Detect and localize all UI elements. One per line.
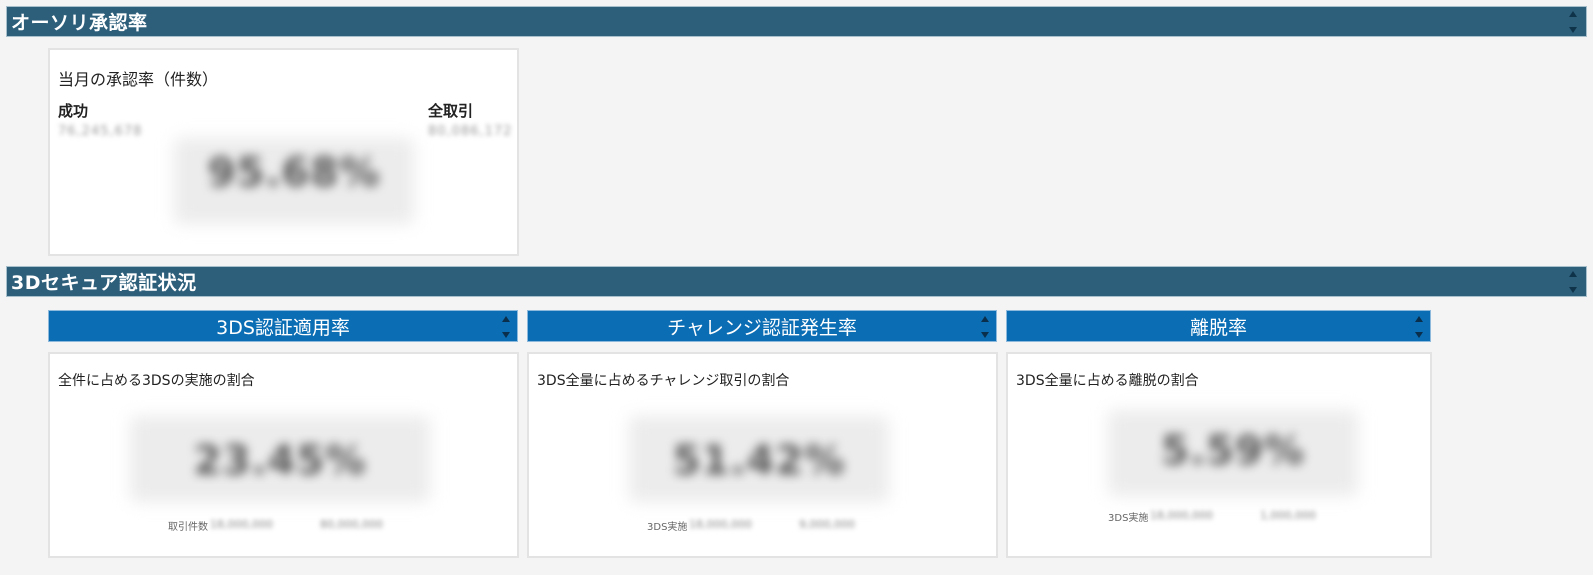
section-title: オーソリ承認率 bbox=[11, 12, 148, 34]
sort-toggle-icon[interactable] bbox=[1568, 11, 1578, 33]
metric-description: 3DS全量に占める離脱の割合 bbox=[1016, 373, 1199, 389]
metric-header-label: チャレンジ認証発生率 bbox=[667, 316, 857, 339]
sort-toggle-icon[interactable] bbox=[501, 316, 511, 338]
section-title: 3Dセキュア認証状況 bbox=[11, 272, 197, 294]
sort-toggle-icon[interactable] bbox=[980, 316, 990, 338]
metric-description: 全件に占める3DSの実施の割合 bbox=[58, 373, 255, 389]
metric-header-label: 離脱率 bbox=[1189, 316, 1247, 339]
footer-label: 取引件数 bbox=[168, 522, 208, 533]
section-header-3ds[interactable]: 3Dセキュア認証状況 bbox=[6, 266, 1587, 297]
metric-card-challenge-rate: 3DS全量に占めるチャレンジ取引の割合 51.42% 3DS実施 18,000,… bbox=[527, 352, 998, 558]
footer-value-b: 80,000,000 bbox=[320, 518, 383, 531]
total-value: 80,086,172 bbox=[428, 124, 513, 139]
metric-header-label: 3DS認証適用率 bbox=[216, 316, 350, 339]
metric-card-abandon-rate: 3DS全量に占める離脱の割合 5.59% 3DS実施 18,000,000 1,… bbox=[1006, 352, 1432, 558]
metric-description: 3DS全量に占めるチャレンジ取引の割合 bbox=[537, 373, 790, 389]
footer-value-a: 18,000,000 bbox=[210, 518, 273, 531]
sort-toggle-icon[interactable] bbox=[1568, 271, 1578, 293]
sort-down-icon[interactable] bbox=[1415, 332, 1423, 338]
card-title: 当月の承認率（件数） bbox=[58, 70, 219, 89]
footer-value-b: 9,000,000 bbox=[799, 518, 855, 531]
sort-down-icon[interactable] bbox=[1569, 27, 1577, 33]
footer-label: 3DS実施 bbox=[647, 522, 688, 533]
metric-rate-value: 51.42% bbox=[672, 438, 846, 484]
sort-down-icon[interactable] bbox=[1569, 287, 1577, 293]
sort-down-icon[interactable] bbox=[981, 332, 989, 338]
sort-up-icon[interactable] bbox=[1415, 316, 1423, 322]
footer-value-a: 18,000,000 bbox=[1150, 509, 1213, 522]
sort-up-icon[interactable] bbox=[981, 316, 989, 322]
metric-rate-value: 5.59% bbox=[1161, 428, 1305, 474]
metric-header-abandon-rate[interactable]: 離脱率 bbox=[1006, 310, 1431, 342]
section-header-authorization[interactable]: オーソリ承認率 bbox=[6, 6, 1587, 37]
sort-up-icon[interactable] bbox=[1569, 271, 1577, 277]
footer-value-b: 1,000,000 bbox=[1260, 509, 1316, 522]
approval-rate-value: 95.68% bbox=[207, 150, 381, 196]
total-label: 全取引 bbox=[428, 102, 474, 120]
sort-toggle-icon[interactable] bbox=[1414, 316, 1424, 338]
sort-up-icon[interactable] bbox=[502, 316, 510, 322]
sort-down-icon[interactable] bbox=[502, 332, 510, 338]
success-label: 成功 bbox=[58, 102, 89, 120]
sort-up-icon[interactable] bbox=[1569, 11, 1577, 17]
metric-card-3ds-rate: 全件に占める3DSの実施の割合 23.45% 取引件数 18,000,000 8… bbox=[48, 352, 519, 558]
footer-value-a: 18,000,000 bbox=[689, 518, 752, 531]
success-value: 76,245,678 bbox=[58, 124, 143, 139]
metric-header-challenge-rate[interactable]: チャレンジ認証発生率 bbox=[527, 310, 997, 342]
metric-header-3ds-rate[interactable]: 3DS認証適用率 bbox=[48, 310, 518, 342]
approval-rate-card: 当月の承認率（件数） 成功 全取引 76,245,678 80,086,172 … bbox=[48, 48, 519, 256]
metric-rate-value: 23.45% bbox=[193, 438, 367, 484]
footer-label: 3DS実施 bbox=[1108, 513, 1149, 524]
